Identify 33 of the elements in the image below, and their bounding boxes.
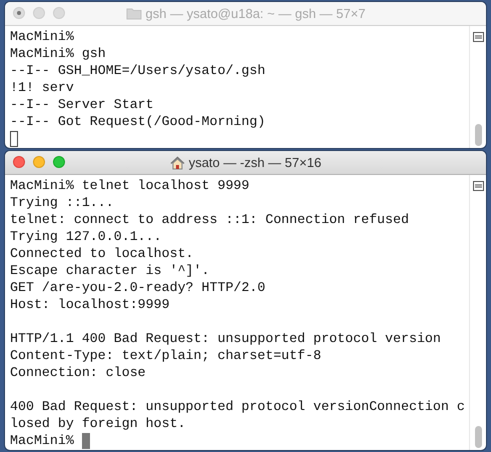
window-title: ysato — -zsh — 57×16 bbox=[188, 155, 322, 170]
split-pane-icon[interactable] bbox=[472, 32, 484, 42]
house-icon bbox=[170, 156, 185, 170]
terminal-line: Trying ::1... bbox=[10, 194, 115, 212]
terminal-line: Connection: close bbox=[10, 364, 147, 382]
terminal-line: !1! serv bbox=[10, 79, 75, 96]
terminal-line: MacMini% gsh bbox=[10, 45, 107, 62]
window-title: gsh — ysato@u18a: ~ — gsh — 57×7 bbox=[146, 6, 366, 21]
terminal-line: Connected to localhost. bbox=[10, 245, 195, 262]
terminal-line: Escape character is '^]'. bbox=[10, 262, 210, 280]
terminal-line: --I-- Got Request(/Good-Morning) bbox=[10, 113, 266, 130]
split-pane-icon[interactable] bbox=[472, 181, 484, 192]
terminal-line: losed by foreign host. bbox=[10, 415, 187, 432]
terminal-line: Content-Type: text/plain; charset=utf-8 bbox=[10, 347, 322, 364]
terminal-line: Host: localhost:9999 bbox=[10, 296, 171, 314]
close-button[interactable] bbox=[13, 156, 25, 168]
scrollbar-thumb[interactable] bbox=[474, 124, 482, 146]
terminal-line: --I-- Server Start bbox=[10, 96, 155, 113]
terminal-line: MacMini% bbox=[10, 28, 75, 45]
minimize-button[interactable] bbox=[33, 7, 45, 19]
terminal-line: MacMini% telnet localhost 9999 bbox=[10, 177, 250, 194]
terminal-line: HTTP/1.1 400 Bad Request: unsupported protocol version bbox=[10, 330, 442, 348]
terminal-line: telnet: connect to address ::1: Connection refused bbox=[10, 211, 410, 228]
zoom-button[interactable] bbox=[53, 7, 65, 19]
scrollbar-thumb[interactable] bbox=[474, 426, 482, 448]
minimize-button[interactable] bbox=[33, 156, 45, 168]
folder-icon bbox=[126, 7, 142, 20]
terminal-line: GET /are-you-2.0-ready? HTTP/2.0 bbox=[10, 279, 266, 296]
terminal-line: Trying 127.0.0.1... bbox=[10, 228, 163, 246]
prompt-text: MacMini% bbox=[10, 432, 74, 450]
terminal-line: --I-- GSH_HOME=/Users/ysato/.gsh bbox=[10, 62, 266, 79]
terminal-line: 400 Bad Request: unsupported protocol versionConnection c bbox=[10, 398, 466, 416]
zoom-button[interactable] bbox=[53, 156, 65, 168]
